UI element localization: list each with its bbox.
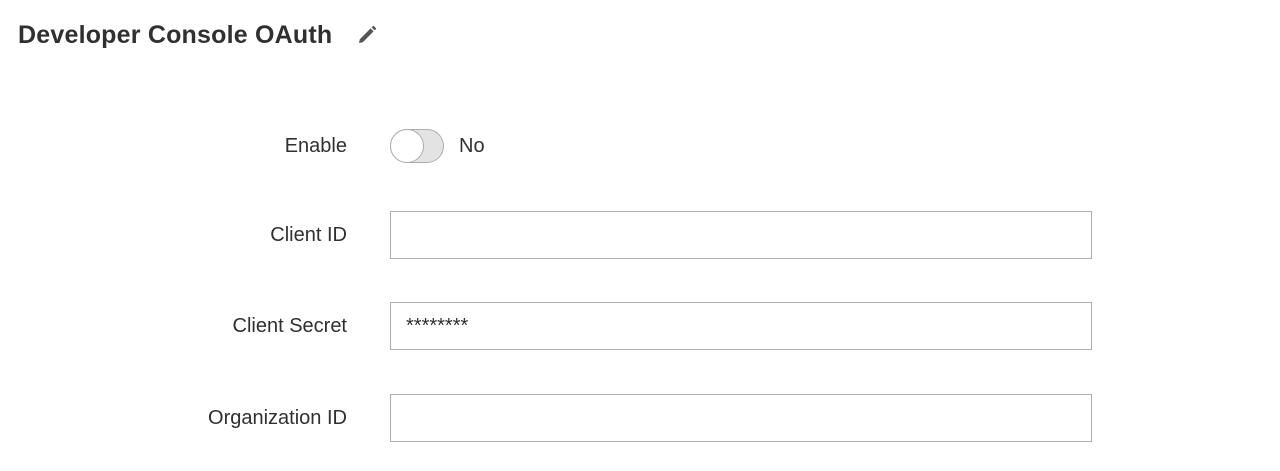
enable-state-text: No	[459, 134, 485, 157]
client-id-label: Client ID	[270, 223, 347, 246]
toggle-knob	[390, 129, 424, 163]
pencil-icon-graphic	[359, 25, 377, 43]
section-title: Developer Console OAuth	[18, 20, 333, 49]
client-secret-input[interactable]	[390, 302, 1092, 350]
enable-toggle[interactable]	[390, 129, 444, 163]
organization-id-control	[390, 394, 1092, 442]
config-page: Developer Console OAuth Enable No Client…	[0, 0, 1280, 471]
organization-id-label: Organization ID	[208, 406, 347, 429]
client-secret-row: Client Secret	[0, 302, 1280, 350]
client-id-control	[390, 211, 1092, 259]
organization-id-input[interactable]	[390, 394, 1092, 442]
enable-control: No	[390, 129, 485, 163]
client-secret-control	[390, 302, 1092, 350]
enable-label: Enable	[284, 134, 347, 157]
client-id-row: Client ID	[0, 211, 1280, 259]
client-secret-label: Client Secret	[232, 314, 348, 337]
enable-row: Enable No	[0, 129, 1280, 163]
section-header: Developer Console OAuth	[18, 18, 378, 52]
pencil-icon[interactable]	[356, 24, 378, 46]
client-id-input[interactable]	[390, 211, 1092, 259]
organization-id-row: Organization ID	[0, 394, 1280, 442]
